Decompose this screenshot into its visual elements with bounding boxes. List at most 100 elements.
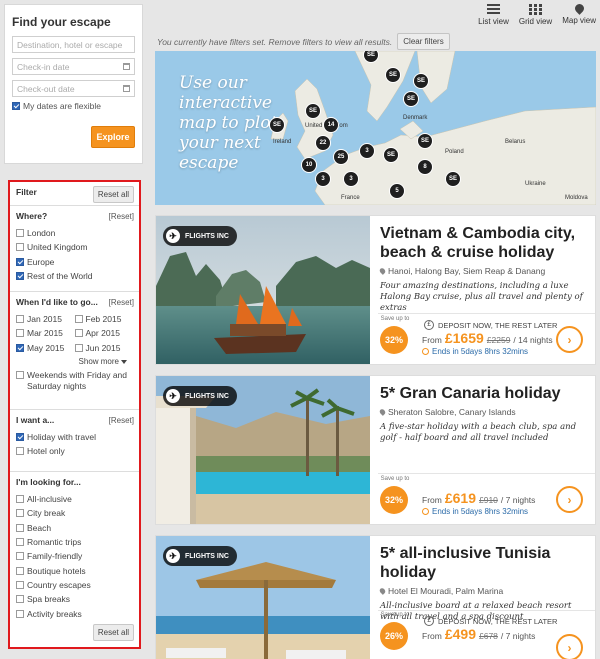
looking-option[interactable]: Family-friendly bbox=[16, 549, 133, 563]
want-option[interactable]: Hotel only bbox=[16, 444, 133, 458]
explore-button[interactable]: Explore bbox=[91, 126, 135, 148]
plane-icon: ✈ bbox=[166, 549, 180, 563]
map-cluster[interactable]: 8 bbox=[417, 159, 433, 175]
want-checkbox[interactable] bbox=[16, 447, 24, 456]
want-option[interactable]: Holiday with travel bbox=[16, 430, 133, 444]
reset-all-button[interactable]: Reset all bbox=[92, 186, 134, 203]
looking-option[interactable]: Beach bbox=[16, 521, 133, 535]
deal-image[interactable]: ✈ FLIGHTS INC bbox=[156, 536, 370, 659]
map-marker[interactable]: SE bbox=[413, 73, 429, 89]
map-view-label: Map view bbox=[562, 16, 596, 25]
checkin-input[interactable]: Check-in date bbox=[12, 58, 135, 75]
looking-checkbox[interactable] bbox=[16, 538, 24, 547]
looking-checkbox[interactable] bbox=[16, 595, 24, 604]
flexible-dates-option[interactable]: My dates are flexible bbox=[12, 101, 135, 111]
show-more-link[interactable]: Show more bbox=[16, 357, 133, 366]
looking-checkbox[interactable] bbox=[16, 495, 24, 504]
clear-filters-button[interactable]: Clear filters bbox=[397, 33, 450, 50]
want-label: Holiday with travel bbox=[27, 432, 96, 443]
where-option[interactable]: Rest of the World bbox=[16, 269, 133, 283]
looking-option[interactable]: Activity breaks bbox=[16, 606, 133, 620]
month-checkbox[interactable] bbox=[74, 315, 83, 324]
month-option[interactable]: Jun 2015 bbox=[74, 341, 134, 355]
looking-option[interactable]: Country escapes bbox=[16, 578, 133, 592]
month-option[interactable]: Apr 2015 bbox=[74, 326, 134, 340]
month-checkbox[interactable] bbox=[16, 329, 24, 338]
deal-content: Vietnam & Cambodia city, beach & cruise … bbox=[378, 224, 587, 314]
looking-checkbox[interactable] bbox=[16, 523, 24, 532]
deal-title[interactable]: 5* all-inclusive Tunisia holiday bbox=[380, 544, 587, 582]
map-label-france: France bbox=[341, 195, 360, 201]
looking-option[interactable]: Boutique hotels bbox=[16, 563, 133, 577]
map-cluster[interactable]: 22 bbox=[315, 135, 331, 151]
looking-checkbox[interactable] bbox=[16, 609, 24, 618]
map-view-button[interactable]: Map view bbox=[562, 2, 596, 26]
want-checkbox[interactable] bbox=[16, 433, 24, 442]
where-option[interactable]: United Kingdom bbox=[16, 240, 133, 254]
map-marker[interactable]: SE bbox=[445, 171, 461, 187]
map-cluster[interactable]: 25 bbox=[333, 149, 349, 165]
map-marker[interactable]: SE bbox=[383, 147, 399, 163]
reset-all-bottom-button[interactable]: Reset all bbox=[92, 624, 134, 641]
map-marker[interactable]: SE bbox=[385, 67, 401, 83]
where-reset-link[interactable]: [Reset] bbox=[109, 212, 134, 221]
month-checkbox[interactable] bbox=[16, 315, 24, 324]
month-option[interactable]: Mar 2015 bbox=[16, 326, 75, 340]
when-reset-link[interactable]: [Reset] bbox=[109, 298, 134, 307]
grid-view-button[interactable]: Grid view bbox=[519, 4, 552, 26]
weekends-checkbox[interactable] bbox=[16, 370, 24, 379]
view-deal-button[interactable]: › bbox=[556, 326, 583, 353]
deal-title[interactable]: Vietnam & Cambodia city, beach & cruise … bbox=[380, 224, 587, 262]
want-reset-link[interactable]: [Reset] bbox=[109, 416, 134, 425]
month-option[interactable]: Jan 2015 bbox=[16, 312, 75, 326]
map-marker[interactable]: SE bbox=[269, 117, 285, 133]
map-cluster[interactable]: 10 bbox=[301, 157, 317, 173]
destination-input[interactable]: Destination, hotel or escape bbox=[12, 36, 135, 53]
map-cluster[interactable]: 3 bbox=[343, 171, 359, 187]
flexible-dates-checkbox[interactable] bbox=[12, 102, 20, 110]
month-option[interactable]: Feb 2015 bbox=[74, 312, 134, 326]
map-cluster[interactable]: 5 bbox=[389, 183, 405, 199]
deal-title[interactable]: 5* Gran Canaria holiday bbox=[380, 384, 587, 403]
view-deal-button[interactable]: › bbox=[556, 634, 583, 659]
deal-image[interactable]: ✈ FLIGHTS INC bbox=[156, 216, 370, 364]
looking-option[interactable]: All-inclusive bbox=[16, 492, 133, 506]
map-cluster[interactable]: 14 bbox=[323, 117, 339, 133]
deal-card[interactable]: ✈ FLIGHTS INC 5* Gran Canaria holiday Sh… bbox=[155, 375, 596, 525]
checkout-input[interactable]: Check-out date bbox=[12, 80, 135, 97]
month-option[interactable]: May 2015 bbox=[16, 341, 75, 355]
where-option[interactable]: London bbox=[16, 226, 133, 240]
map-banner[interactable]: Ireland United Kingdom Denmark Poland Be… bbox=[155, 51, 596, 205]
looking-checkbox[interactable] bbox=[16, 509, 24, 518]
month-checkbox[interactable] bbox=[16, 343, 24, 352]
deal-card[interactable]: ✈ FLIGHTS INC Vietnam & Cambodia city, b… bbox=[155, 215, 596, 365]
where-checkbox[interactable] bbox=[16, 257, 24, 266]
weekends-option[interactable]: Weekends with Friday and Saturday nights bbox=[16, 370, 133, 392]
map-marker[interactable]: SE bbox=[305, 103, 321, 119]
map-cluster[interactable]: 3 bbox=[315, 171, 331, 187]
looking-option[interactable]: Spa breaks bbox=[16, 592, 133, 606]
map-cluster[interactable]: 3 bbox=[359, 143, 375, 159]
map-marker[interactable]: SE bbox=[417, 133, 433, 149]
nights-label: / 7 nights bbox=[500, 495, 536, 505]
looking-label: Country escapes bbox=[27, 579, 91, 590]
where-checkbox[interactable] bbox=[16, 243, 24, 252]
looking-option[interactable]: City break bbox=[16, 506, 133, 520]
looking-option[interactable]: Romantic trips bbox=[16, 535, 133, 549]
list-view-button[interactable]: List view bbox=[478, 4, 509, 26]
search-title: Find your escape bbox=[12, 15, 111, 29]
calendar-icon[interactable] bbox=[123, 63, 130, 70]
deal-card[interactable]: ✈ FLIGHTS INC 5* all-inclusive Tunisia h… bbox=[155, 535, 596, 659]
where-checkbox[interactable] bbox=[16, 272, 24, 281]
deal-image[interactable]: ✈ FLIGHTS INC bbox=[156, 376, 370, 524]
looking-checkbox[interactable] bbox=[16, 566, 24, 575]
view-deal-button[interactable]: › bbox=[556, 486, 583, 513]
where-checkbox[interactable] bbox=[16, 229, 24, 238]
where-option[interactable]: Europe bbox=[16, 255, 133, 269]
month-checkbox[interactable] bbox=[74, 329, 83, 338]
looking-checkbox[interactable] bbox=[16, 552, 24, 561]
month-checkbox[interactable] bbox=[74, 343, 83, 352]
calendar-icon[interactable] bbox=[123, 85, 130, 92]
looking-checkbox[interactable] bbox=[16, 580, 24, 589]
map-marker[interactable]: SE bbox=[403, 91, 419, 107]
